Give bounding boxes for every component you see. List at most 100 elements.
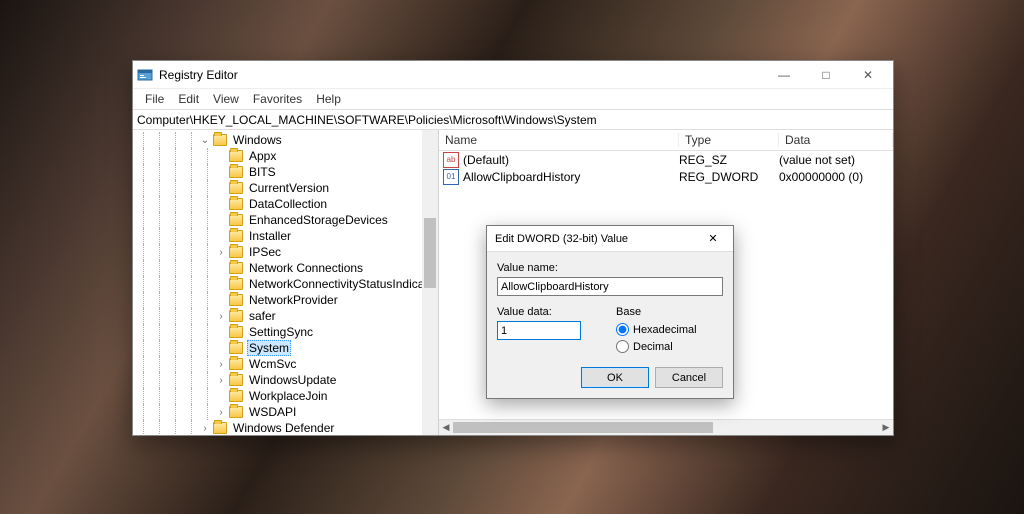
- ok-button[interactable]: OK: [581, 367, 649, 388]
- expand-icon[interactable]: ›: [215, 406, 227, 418]
- tree-node[interactable]: › IPSec: [135, 244, 438, 260]
- tree-node[interactable]: Network Connections: [135, 260, 438, 276]
- radio-hex-label: Hexadecimal: [633, 324, 697, 336]
- expand-icon[interactable]: ›: [215, 374, 227, 386]
- tree-node[interactable]: EnhancedStorageDevices: [135, 212, 438, 228]
- expand-icon[interactable]: [215, 198, 227, 210]
- tree-node[interactable]: Appx: [135, 148, 438, 164]
- tree-pane[interactable]: ⌄ Windows AppxBITSCurrentVersionDataColl…: [133, 130, 439, 435]
- folder-icon: [229, 166, 243, 178]
- minimize-button[interactable]: —: [763, 62, 805, 88]
- col-type[interactable]: Type: [679, 133, 779, 147]
- expand-icon[interactable]: [215, 262, 227, 274]
- list-header[interactable]: Name Type Data: [439, 130, 893, 151]
- col-data[interactable]: Data: [779, 133, 893, 147]
- menu-help[interactable]: Help: [310, 90, 347, 108]
- folder-icon: [229, 230, 243, 242]
- folder-icon: [229, 294, 243, 306]
- scroll-left-icon[interactable]: ◀: [439, 420, 453, 435]
- radio-hex[interactable]: Hexadecimal: [616, 321, 723, 338]
- tree-label: WSDAPI: [247, 405, 298, 419]
- folder-icon: [229, 214, 243, 226]
- edit-dword-dialog: Edit DWORD (32-bit) Value ✕ Value name: …: [486, 225, 734, 399]
- tree-node[interactable]: › WSDAPI: [135, 404, 438, 420]
- folder-icon: [229, 406, 243, 418]
- menu-file[interactable]: File: [139, 90, 170, 108]
- tree-node[interactable]: BITS: [135, 164, 438, 180]
- valuedata-field[interactable]: [497, 321, 581, 340]
- tree-node[interactable]: System: [135, 340, 438, 356]
- radio-dec-label: Decimal: [633, 341, 673, 353]
- binary-value-icon: 01: [443, 169, 459, 185]
- regedit-icon: [137, 67, 153, 83]
- tree-label: safer: [247, 309, 278, 323]
- folder-icon: [229, 198, 243, 210]
- tree-node-windows[interactable]: ⌄ Windows: [135, 132, 438, 148]
- expand-icon[interactable]: [215, 150, 227, 162]
- folder-icon: [229, 310, 243, 322]
- scroll-right-icon[interactable]: ▶: [879, 420, 893, 435]
- scrollbar-thumb[interactable]: [453, 422, 713, 433]
- menu-favorites[interactable]: Favorites: [247, 90, 308, 108]
- address-bar[interactable]: Computer\HKEY_LOCAL_MACHINE\SOFTWARE\Pol…: [133, 109, 893, 130]
- tree-node[interactable]: Installer: [135, 228, 438, 244]
- tree-label: WorkplaceJoin: [247, 389, 329, 403]
- tree-label: WindowsUpdate: [247, 373, 338, 387]
- tree-label: Windows: [231, 133, 284, 147]
- radio-dec-input[interactable]: [616, 340, 629, 353]
- tree-node[interactable]: NetworkConnectivityStatusIndicator: [135, 276, 438, 292]
- value-data: (value not set): [779, 153, 893, 167]
- expand-icon[interactable]: [215, 326, 227, 338]
- tree-node[interactable]: CurrentVersion: [135, 180, 438, 196]
- expand-icon[interactable]: ›: [215, 246, 227, 258]
- tree-node[interactable]: › WindowsUpdate: [135, 372, 438, 388]
- menu-view[interactable]: View: [207, 90, 245, 108]
- tree-scrollbar[interactable]: [422, 130, 438, 435]
- tree-label: IPSec: [247, 245, 283, 259]
- expand-icon[interactable]: [215, 342, 227, 354]
- value-type: REG_SZ: [679, 153, 779, 167]
- valuename-field[interactable]: [497, 277, 723, 296]
- expand-icon[interactable]: [215, 278, 227, 290]
- expand-icon[interactable]: [215, 390, 227, 402]
- tree-node[interactable]: DataCollection: [135, 196, 438, 212]
- folder-icon: [229, 278, 243, 290]
- expand-icon[interactable]: ›: [199, 422, 211, 434]
- base-label: Base: [616, 306, 723, 318]
- list-row[interactable]: ab(Default)REG_SZ(value not set): [439, 151, 893, 168]
- valuedata-label: Value data:: [497, 306, 604, 318]
- tree-node[interactable]: WorkplaceJoin: [135, 388, 438, 404]
- expand-icon[interactable]: [215, 166, 227, 178]
- tree-node[interactable]: NetworkProvider: [135, 292, 438, 308]
- titlebar[interactable]: Registry Editor — □ ✕: [133, 61, 893, 89]
- list-hscrollbar[interactable]: ◀ ▶: [439, 419, 893, 435]
- tree-label: Installer: [247, 229, 293, 243]
- tree-node[interactable]: › Windows Defender: [135, 420, 438, 435]
- maximize-button[interactable]: □: [805, 62, 847, 88]
- list-row[interactable]: 01AllowClipboardHistoryREG_DWORD0x000000…: [439, 168, 893, 185]
- folder-icon: [229, 182, 243, 194]
- expand-icon[interactable]: [215, 182, 227, 194]
- expand-icon[interactable]: ⌄: [199, 134, 211, 146]
- tree-label: Windows Defender: [231, 421, 336, 435]
- string-value-icon: ab: [443, 152, 459, 168]
- cancel-button[interactable]: Cancel: [655, 367, 723, 388]
- radio-dec[interactable]: Decimal: [616, 338, 723, 355]
- expand-icon[interactable]: ›: [215, 358, 227, 370]
- radio-hex-input[interactable]: [616, 323, 629, 336]
- expand-icon[interactable]: [215, 294, 227, 306]
- col-name[interactable]: Name: [439, 133, 679, 147]
- close-button[interactable]: ✕: [847, 62, 889, 88]
- tree-node[interactable]: › safer: [135, 308, 438, 324]
- scrollbar-thumb[interactable]: [424, 218, 436, 288]
- tree-label: DataCollection: [247, 197, 329, 211]
- dialog-titlebar[interactable]: Edit DWORD (32-bit) Value ✕: [487, 226, 733, 252]
- expand-icon[interactable]: ›: [215, 310, 227, 322]
- value-type: REG_DWORD: [679, 170, 779, 184]
- tree-node[interactable]: ›WcmSvc: [135, 356, 438, 372]
- tree-node[interactable]: SettingSync: [135, 324, 438, 340]
- expand-icon[interactable]: [215, 214, 227, 226]
- menu-edit[interactable]: Edit: [172, 90, 205, 108]
- dialog-close-button[interactable]: ✕: [701, 229, 725, 249]
- expand-icon[interactable]: [215, 230, 227, 242]
